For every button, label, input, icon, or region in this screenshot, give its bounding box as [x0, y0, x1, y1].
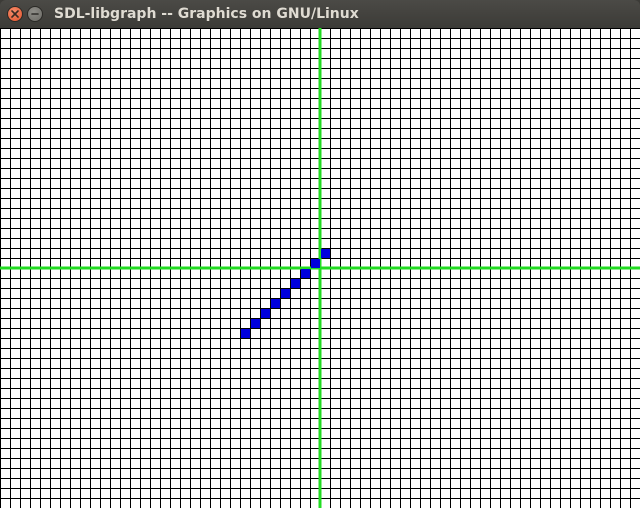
minimize-button[interactable]	[27, 6, 43, 22]
plot-pixel	[281, 289, 290, 298]
window-titlebar[interactable]: SDL-libgraph -- Graphics on GNU/Linux	[0, 0, 640, 28]
sdl-window: SDL-libgraph -- Graphics on GNU/Linux	[0, 0, 640, 508]
plot-pixel	[321, 249, 330, 258]
plot-pixel	[291, 279, 300, 288]
plot-pixel	[311, 259, 320, 268]
plot-pixel	[301, 269, 310, 278]
minimize-icon	[31, 13, 39, 15]
graphics-canvas[interactable]	[0, 28, 640, 508]
close-button[interactable]	[7, 6, 23, 22]
graph-paper	[0, 28, 640, 508]
plot-pixel	[261, 309, 270, 318]
plot-pixel	[271, 299, 280, 308]
close-icon	[11, 10, 19, 18]
window-title: SDL-libgraph -- Graphics on GNU/Linux	[54, 6, 359, 22]
plotted-line	[241, 249, 330, 338]
plot-pixel	[241, 329, 250, 338]
plot-pixel	[251, 319, 260, 328]
